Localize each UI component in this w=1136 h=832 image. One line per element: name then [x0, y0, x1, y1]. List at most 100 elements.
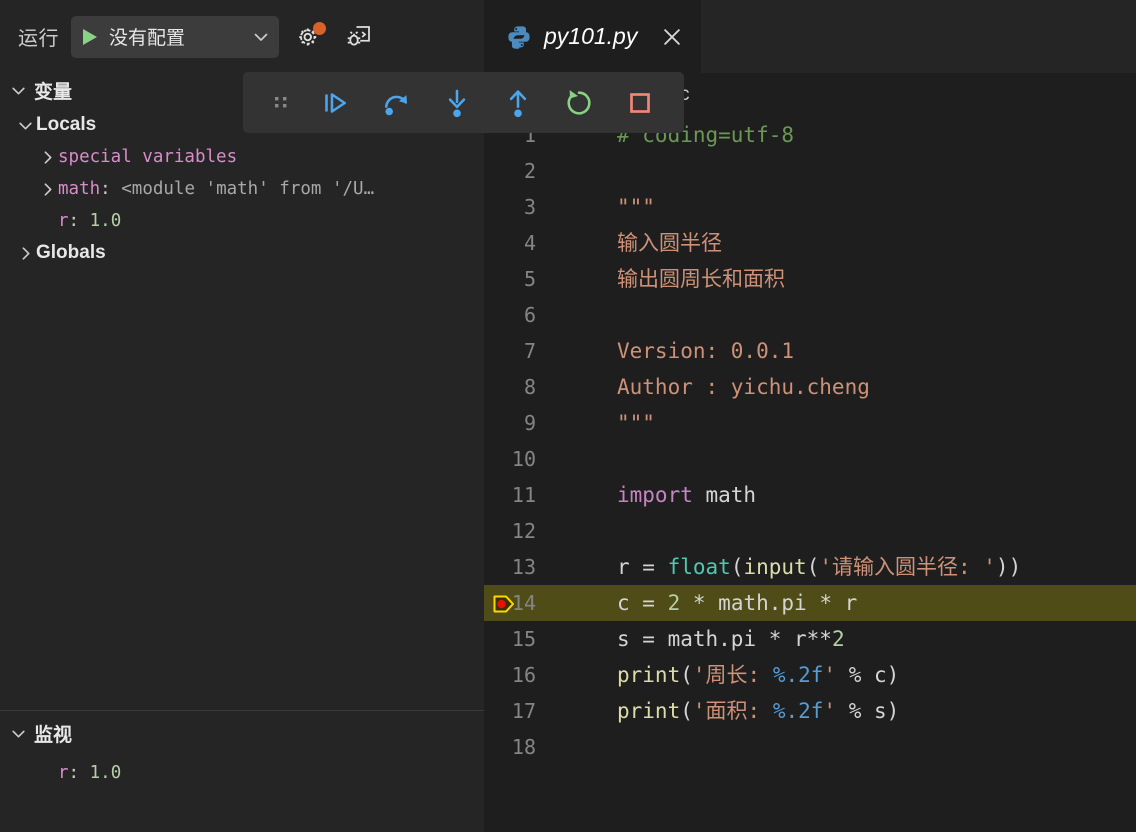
tabbar-empty-space [701, 0, 1136, 73]
open-launch-settings-button[interactable] [289, 17, 329, 57]
watch-expression: r [58, 763, 69, 783]
line-number: 13 [484, 549, 536, 585]
editor-tab-py101[interactable]: py101.py [484, 0, 701, 73]
watch-tree: r: 1.0 [0, 755, 484, 789]
code-line[interactable]: 9""" [484, 405, 1136, 441]
code-token: ( [731, 555, 744, 579]
chevron-right-icon [36, 149, 58, 166]
line-number: 11 [484, 477, 536, 513]
code-token: %.2f [773, 699, 824, 723]
line-number: 3 [484, 189, 536, 225]
step-out-icon[interactable] [501, 86, 535, 120]
editor-tab-label: py101.py [544, 23, 637, 50]
code-line-text: """ [536, 405, 655, 441]
step-into-icon[interactable] [440, 86, 474, 120]
code-token: math [693, 483, 756, 507]
chevron-down-icon[interactable] [253, 29, 269, 45]
variable-row[interactable]: special variables [0, 141, 484, 173]
watch-row[interactable]: r: 1.0 [0, 757, 484, 789]
line-number: 16 [484, 657, 536, 693]
code-line[interactable]: 14c = 2 * math.pi * r [484, 585, 1136, 621]
code-token: = [642, 591, 667, 615]
code-token: % c) [836, 663, 899, 687]
code-token: ( [680, 663, 693, 687]
code-line-text: import math [536, 477, 756, 513]
chevron-right-icon [36, 181, 58, 198]
restart-icon[interactable] [562, 86, 596, 120]
debug-floating-toolbar [243, 72, 684, 133]
line-number: 5 [484, 261, 536, 297]
code-line-text: r = float(input('请输入圆半径: ')) [536, 549, 1021, 585]
code-token: """ [617, 195, 655, 219]
code-line[interactable]: 12 [484, 513, 1136, 549]
continue-icon[interactable] [318, 86, 352, 120]
code-line[interactable]: 6 [484, 297, 1136, 333]
code-line-text: """ [536, 189, 655, 225]
code-token: ' [823, 663, 836, 687]
code-token: import [617, 483, 693, 507]
code-line-text: c = 2 * math.pi * r [536, 585, 857, 621]
code-token: Version: 0.0.1 [617, 339, 794, 363]
chevron-down-icon [14, 117, 36, 134]
variable-row[interactable]: math: <module 'math' from '/U… [0, 173, 484, 205]
code-line[interactable]: 8Author : yichu.cheng [484, 369, 1136, 405]
code-content[interactable]: 1# coding=utf-823"""4输入圆半径5输出圆周长和面积67Ver… [484, 117, 1136, 765]
code-token: s [617, 627, 642, 651]
variable-name: r [58, 211, 69, 231]
line-number: 8 [484, 369, 536, 405]
vscode-debug-window: 运行 没有配置 [0, 0, 1136, 832]
breakpoint-current-statement-icon[interactable] [492, 591, 516, 615]
watch-section: 监视 r: 1.0 [0, 710, 484, 832]
code-token: '请输入圆半径: ' [819, 555, 996, 579]
code-line-text: s = math.pi * r**2 [536, 621, 845, 657]
code-token: """ [617, 411, 655, 435]
code-token: 输入圆半径 [617, 231, 722, 255]
code-line[interactable]: 11import math [484, 477, 1136, 513]
code-line[interactable]: 7Version: 0.0.1 [484, 333, 1136, 369]
code-token: input [743, 555, 806, 579]
code-line[interactable]: 4 输入圆半径 [484, 225, 1136, 261]
chevron-down-icon [10, 725, 27, 742]
code-line[interactable]: 5输出圆周长和面积 [484, 261, 1136, 297]
code-line[interactable]: 13r = float(input('请输入圆半径: ')) [484, 549, 1136, 585]
code-line-text: Author : yichu.cheng [536, 369, 870, 405]
run-and-debug-toolbar: 运行 没有配置 [0, 0, 484, 73]
editor-tabbar: py101.py [484, 0, 1136, 73]
chevron-right-icon [14, 245, 36, 262]
code-token: r [617, 555, 642, 579]
code-token: %.2f [773, 663, 824, 687]
code-token: = [642, 627, 667, 651]
code-line-text: print('面积: %.2f' % s) [536, 693, 899, 729]
code-line[interactable]: 2 [484, 153, 1136, 189]
stop-icon[interactable] [623, 86, 657, 120]
run-label: 运行 [18, 22, 59, 51]
variable-row[interactable]: r: 1.0 [0, 205, 484, 237]
step-over-icon[interactable] [379, 86, 413, 120]
drag-handle-icon[interactable] [271, 92, 291, 114]
scope-label: Globals [36, 242, 106, 264]
code-line[interactable]: 3 """ [484, 189, 1136, 225]
code-line[interactable]: 18 [484, 729, 1136, 765]
debug-console-button[interactable] [339, 17, 379, 57]
line-number: 12 [484, 513, 536, 549]
run-configuration-select[interactable]: 没有配置 [71, 16, 279, 58]
line-number: 4 [484, 225, 536, 261]
python-icon [506, 24, 532, 50]
code-token: print [617, 663, 680, 687]
line-number: 15 [484, 621, 536, 657]
close-icon[interactable] [659, 24, 685, 50]
code-line[interactable]: 10 [484, 441, 1136, 477]
code-line[interactable]: 17print('面积: %.2f' % s) [484, 693, 1136, 729]
code-line[interactable]: 15s = math.pi * r**2 [484, 621, 1136, 657]
code-line[interactable]: 16print('周长: %.2f' % c) [484, 657, 1136, 693]
code-token: float [668, 555, 731, 579]
variable-name: special variables [58, 147, 237, 167]
play-icon [83, 29, 97, 45]
watch-section-header[interactable]: 监视 [0, 711, 484, 755]
scope-row-globals[interactable]: Globals [0, 237, 484, 269]
code-token: '面积: [693, 699, 773, 723]
code-token: = [642, 555, 667, 579]
variables-title: 变量 [34, 77, 72, 104]
code-token: ' [823, 699, 836, 723]
run-configuration-label: 没有配置 [109, 23, 239, 50]
